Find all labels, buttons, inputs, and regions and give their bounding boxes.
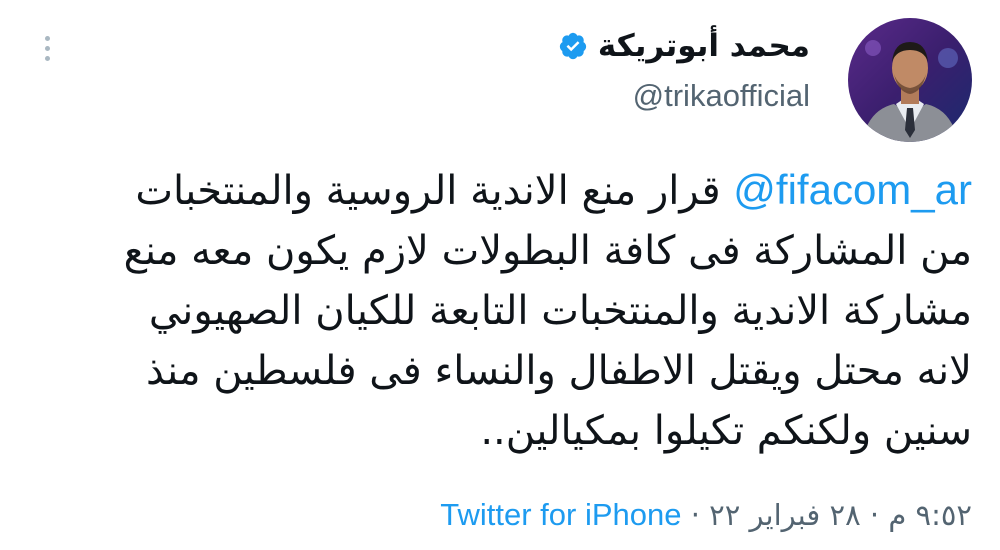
profile-photo-icon [848, 18, 972, 142]
avatar[interactable] [848, 18, 972, 142]
more-options-icon[interactable] [40, 36, 54, 70]
author-display-name[interactable]: محمد أبوتريكة [598, 28, 810, 64]
tweet-text-line: لانه محتل ويقتل الاطفال والنساء فى فلسطي… [146, 348, 972, 394]
tweet-metadata: ٩:٥٢ م · ٢٨ فبراير ٢٢ · Twitter for iPho… [440, 497, 972, 533]
tweet-text-segment: قرار منع الاندية الروسية والمنتخبات [135, 168, 721, 214]
dot [44, 36, 50, 41]
verified-badge-icon [559, 32, 586, 60]
tweet-text-line: من المشاركة فى كافة البطولات لازم يكون م… [123, 228, 972, 274]
tweet-text-line: @fifacom_ar قرار منع الاندية الروسية وال… [32, 160, 972, 221]
author-handle[interactable]: @trikaofficial [558, 78, 810, 114]
tweet-card[interactable]: محمد أبوتريكة @trikaofficial @fifacom_ar… [0, 0, 1000, 550]
tweet-author: محمد أبوتريكة @trikaofficial [558, 28, 810, 114]
author-name-row: محمد أبوتريكة [558, 28, 810, 64]
tweet-date[interactable]: ٢٨ فبراير ٢٢ [709, 498, 861, 532]
meta-separator: · [690, 498, 700, 532]
dot [44, 46, 50, 51]
dot [44, 56, 50, 61]
tweet-text-line: سنين ولكنكم تكيلوا بمكيالين.. [480, 408, 972, 454]
tweet-body: @fifacom_ar قرار منع الاندية الروسية وال… [32, 160, 972, 461]
mention-link[interactable]: @fifacom_ar [733, 166, 972, 213]
tweet-time[interactable]: ٩:٥٢ م [888, 498, 972, 532]
meta-separator: · [869, 498, 880, 532]
tweet-text-line: مشاركة الاندية والمنتخبات التابعة للكيان… [148, 288, 972, 334]
tweet-source-link[interactable]: Twitter for iPhone [440, 497, 681, 532]
